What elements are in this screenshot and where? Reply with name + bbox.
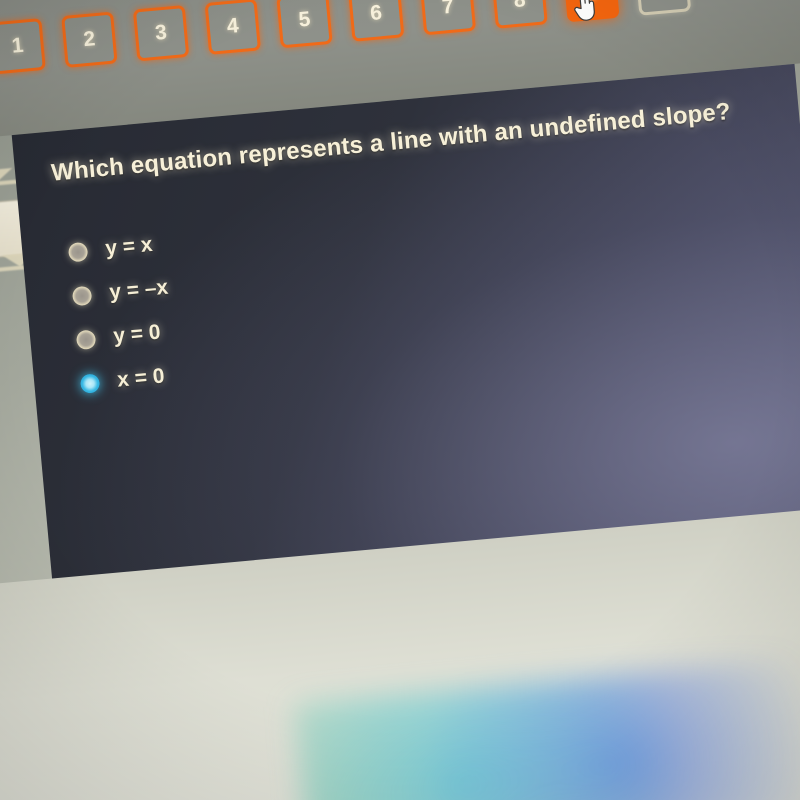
question-nav-label: 5 — [297, 7, 312, 32]
question-nav-label: 6 — [369, 1, 384, 26]
question-nav-label: 9 — [584, 0, 598, 7]
question-nav-label: 4 — [225, 14, 240, 39]
question-nav-button-7[interactable]: 7 — [419, 0, 477, 36]
question-nav-label: 7 — [440, 0, 455, 19]
answer-option-label: y = 0 — [112, 320, 162, 348]
answer-option-label: x = 0 — [116, 364, 166, 392]
radio-button-unselected-icon[interactable] — [67, 241, 89, 262]
question-nav-button-2[interactable]: 2 — [61, 11, 118, 68]
answer-option-label: y = x — [104, 232, 154, 261]
answer-options[interactable]: y = x y = –x y = 0 x = 0 — [67, 222, 179, 406]
radio-button-unselected-icon[interactable] — [75, 328, 97, 350]
question-nav-label: 2 — [82, 27, 97, 52]
question-nav-label: 3 — [154, 20, 168, 45]
question-nav-button-5[interactable]: 5 — [276, 0, 333, 49]
question-nav-label: 10 — [650, 0, 675, 1]
question-nav-button-4[interactable]: 4 — [204, 0, 262, 55]
photo-of-screen: x 1 2 3 4 5 6 — [0, 0, 800, 800]
question-nav-button-8[interactable]: 8 — [491, 0, 548, 29]
question-nav-button-6[interactable]: 6 — [347, 0, 405, 42]
radio-button-unselected-icon[interactable] — [71, 285, 93, 306]
answer-option-4[interactable]: x = 0 — [79, 353, 179, 406]
radio-button-selected-icon[interactable] — [79, 372, 101, 394]
question-nav-button-3[interactable]: 3 — [132, 4, 190, 62]
answer-option-label: y = –x — [108, 275, 170, 304]
question-nav-label: 8 — [512, 0, 527, 13]
question-nav-label: 1 — [10, 33, 25, 58]
question-nav-button-1[interactable]: 1 — [0, 18, 46, 75]
